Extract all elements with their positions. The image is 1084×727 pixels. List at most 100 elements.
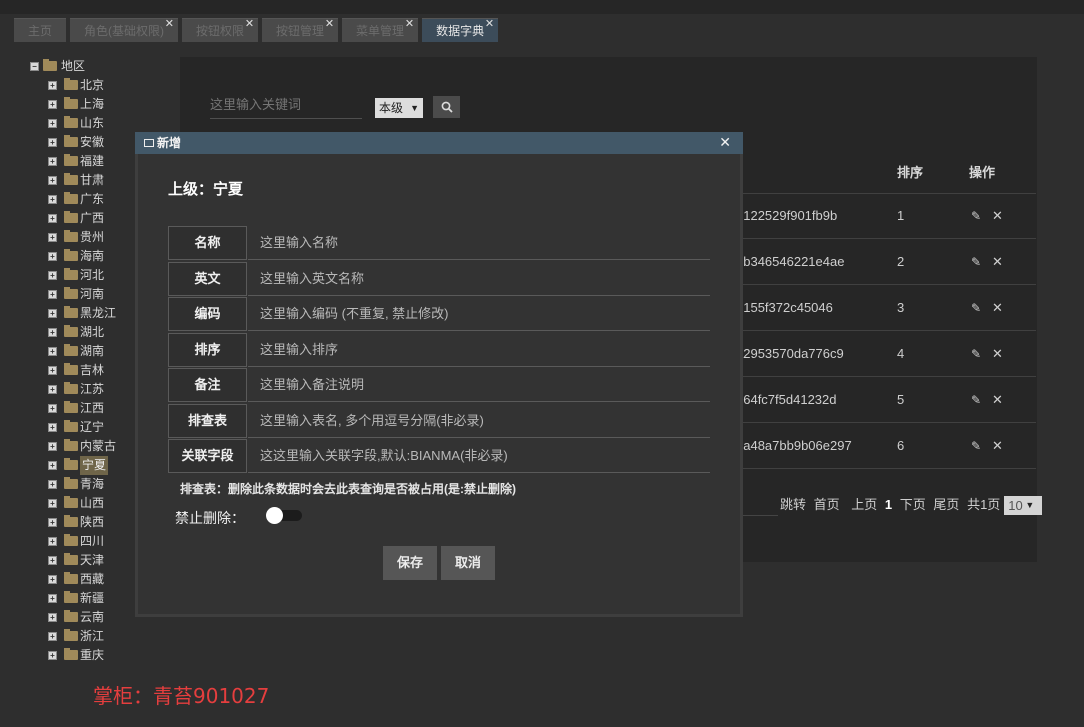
expand-icon[interactable]: + [48, 233, 57, 242]
expand-icon[interactable]: + [48, 537, 57, 546]
divider [720, 193, 1036, 194]
page-size-select[interactable]: 10 ▼ [1004, 496, 1043, 516]
edit-icon[interactable]: ✎ [971, 393, 984, 407]
expand-icon[interactable]: + [48, 651, 57, 660]
close-icon[interactable]: ✕ [325, 12, 334, 36]
pager-next[interactable]: 下页 [900, 497, 926, 512]
folder-icon [64, 363, 78, 375]
expand-icon[interactable]: + [48, 594, 57, 603]
edit-icon[interactable]: ✎ [971, 255, 984, 269]
tab-label: 数据字典 [436, 24, 485, 38]
tab-label: 菜单管理 [356, 24, 405, 38]
search-input[interactable] [210, 90, 362, 119]
pager-last[interactable]: 尾页 [933, 497, 959, 512]
expand-icon[interactable]: + [48, 195, 57, 204]
page-size-value: 10 [1008, 498, 1023, 514]
close-icon[interactable]: ✕ [405, 12, 414, 36]
field-input[interactable] [248, 297, 710, 331]
folder-icon [64, 116, 78, 128]
expand-icon[interactable]: + [48, 480, 57, 489]
expand-icon[interactable]: + [48, 309, 57, 318]
delete-icon[interactable]: ✕ [992, 254, 1003, 270]
expand-icon[interactable]: + [48, 404, 57, 413]
folder-icon [64, 382, 78, 394]
field-input[interactable] [248, 403, 710, 438]
field-input[interactable] [248, 332, 710, 367]
folder-icon [64, 230, 78, 242]
expand-icon[interactable]: + [48, 252, 57, 261]
divider [720, 238, 1036, 239]
expand-icon[interactable]: + [48, 157, 57, 166]
edit-icon[interactable]: ✎ [971, 209, 984, 223]
tree-node-label: 天津 [80, 553, 105, 567]
tab-button-management[interactable]: 按钮管理 ✕ [262, 18, 339, 42]
delete-icon[interactable]: ✕ [992, 300, 1003, 316]
form-row: 排查表 [168, 403, 710, 438]
expand-icon[interactable]: + [48, 214, 57, 223]
row-sort: 3 [897, 300, 905, 315]
edit-icon[interactable]: ✎ [971, 439, 984, 453]
cancel-button[interactable]: 取消 [441, 546, 496, 580]
search-icon [441, 101, 453, 113]
expand-icon[interactable]: + [48, 423, 57, 432]
column-header-sort: 排序 [897, 165, 924, 180]
tab-data-dictionary[interactable]: 数据字典 ✕ [422, 18, 499, 42]
collapse-icon[interactable]: − [30, 62, 39, 71]
expand-icon[interactable]: + [48, 347, 57, 356]
pager-prev[interactable]: 上页 [851, 497, 877, 512]
expand-icon[interactable]: + [48, 461, 57, 470]
edit-icon[interactable]: ✎ [971, 347, 984, 361]
expand-icon[interactable]: + [48, 632, 57, 641]
save-button[interactable]: 保存 [383, 546, 438, 580]
expand-icon[interactable]: + [48, 575, 57, 584]
tab-role[interactable]: 角色(基础权限) ✕ [70, 18, 179, 42]
expand-icon[interactable]: + [48, 81, 57, 90]
tree-node-label: 浙江 [80, 629, 105, 643]
close-icon[interactable]: ✕ [719, 131, 731, 153]
field-input[interactable] [248, 368, 710, 402]
expand-icon[interactable]: + [48, 138, 57, 147]
delete-icon[interactable]: ✕ [992, 438, 1003, 454]
field-input[interactable] [248, 261, 710, 296]
expand-icon[interactable]: + [48, 518, 57, 527]
tab-menu-management[interactable]: 菜单管理 ✕ [342, 18, 419, 42]
form-row: 名称 [168, 226, 710, 260]
close-icon[interactable]: ✕ [485, 12, 494, 36]
row-sort: 1 [897, 208, 905, 223]
tab-label: 主页 [28, 24, 53, 38]
expand-icon[interactable]: + [48, 100, 57, 109]
tree-node-label: 山西 [80, 496, 105, 510]
expand-icon[interactable]: + [48, 119, 57, 128]
tab-button-permission[interactable]: 按钮权限 ✕ [182, 18, 259, 42]
expand-icon[interactable]: + [48, 328, 57, 337]
folder-icon [64, 325, 78, 337]
delete-icon[interactable]: ✕ [992, 208, 1003, 224]
edit-icon[interactable]: ✎ [971, 301, 984, 315]
tab-home[interactable]: 主页 [14, 18, 67, 42]
field-input[interactable] [248, 439, 710, 473]
pager-first[interactable]: 首页 [814, 497, 840, 512]
expand-icon[interactable]: + [48, 385, 57, 394]
expand-icon[interactable]: + [48, 499, 57, 508]
field-label: 排查表 [168, 403, 247, 438]
dialog-title-bar: 新增 ✕ [135, 132, 743, 154]
level-select[interactable]: 本级 ▼ [375, 98, 423, 118]
expand-icon[interactable]: + [48, 442, 57, 451]
folder-icon [64, 287, 78, 299]
field-input[interactable] [248, 226, 710, 260]
expand-icon[interactable]: + [48, 556, 57, 565]
expand-icon[interactable]: + [48, 290, 57, 299]
expand-icon[interactable]: + [48, 366, 57, 375]
delete-icon[interactable]: ✕ [992, 346, 1003, 362]
disable-delete-toggle[interactable] [266, 507, 302, 524]
delete-icon[interactable]: ✕ [992, 392, 1003, 408]
close-icon[interactable]: ✕ [165, 12, 174, 36]
search-button[interactable] [433, 96, 460, 118]
tree-node-label: 山东 [80, 116, 105, 130]
pager-jump[interactable]: 跳转 [780, 497, 806, 512]
close-icon[interactable]: ✕ [245, 12, 254, 36]
expand-icon[interactable]: + [48, 271, 57, 280]
folder-icon [64, 553, 78, 565]
expand-icon[interactable]: + [48, 176, 57, 185]
expand-icon[interactable]: + [48, 613, 57, 622]
